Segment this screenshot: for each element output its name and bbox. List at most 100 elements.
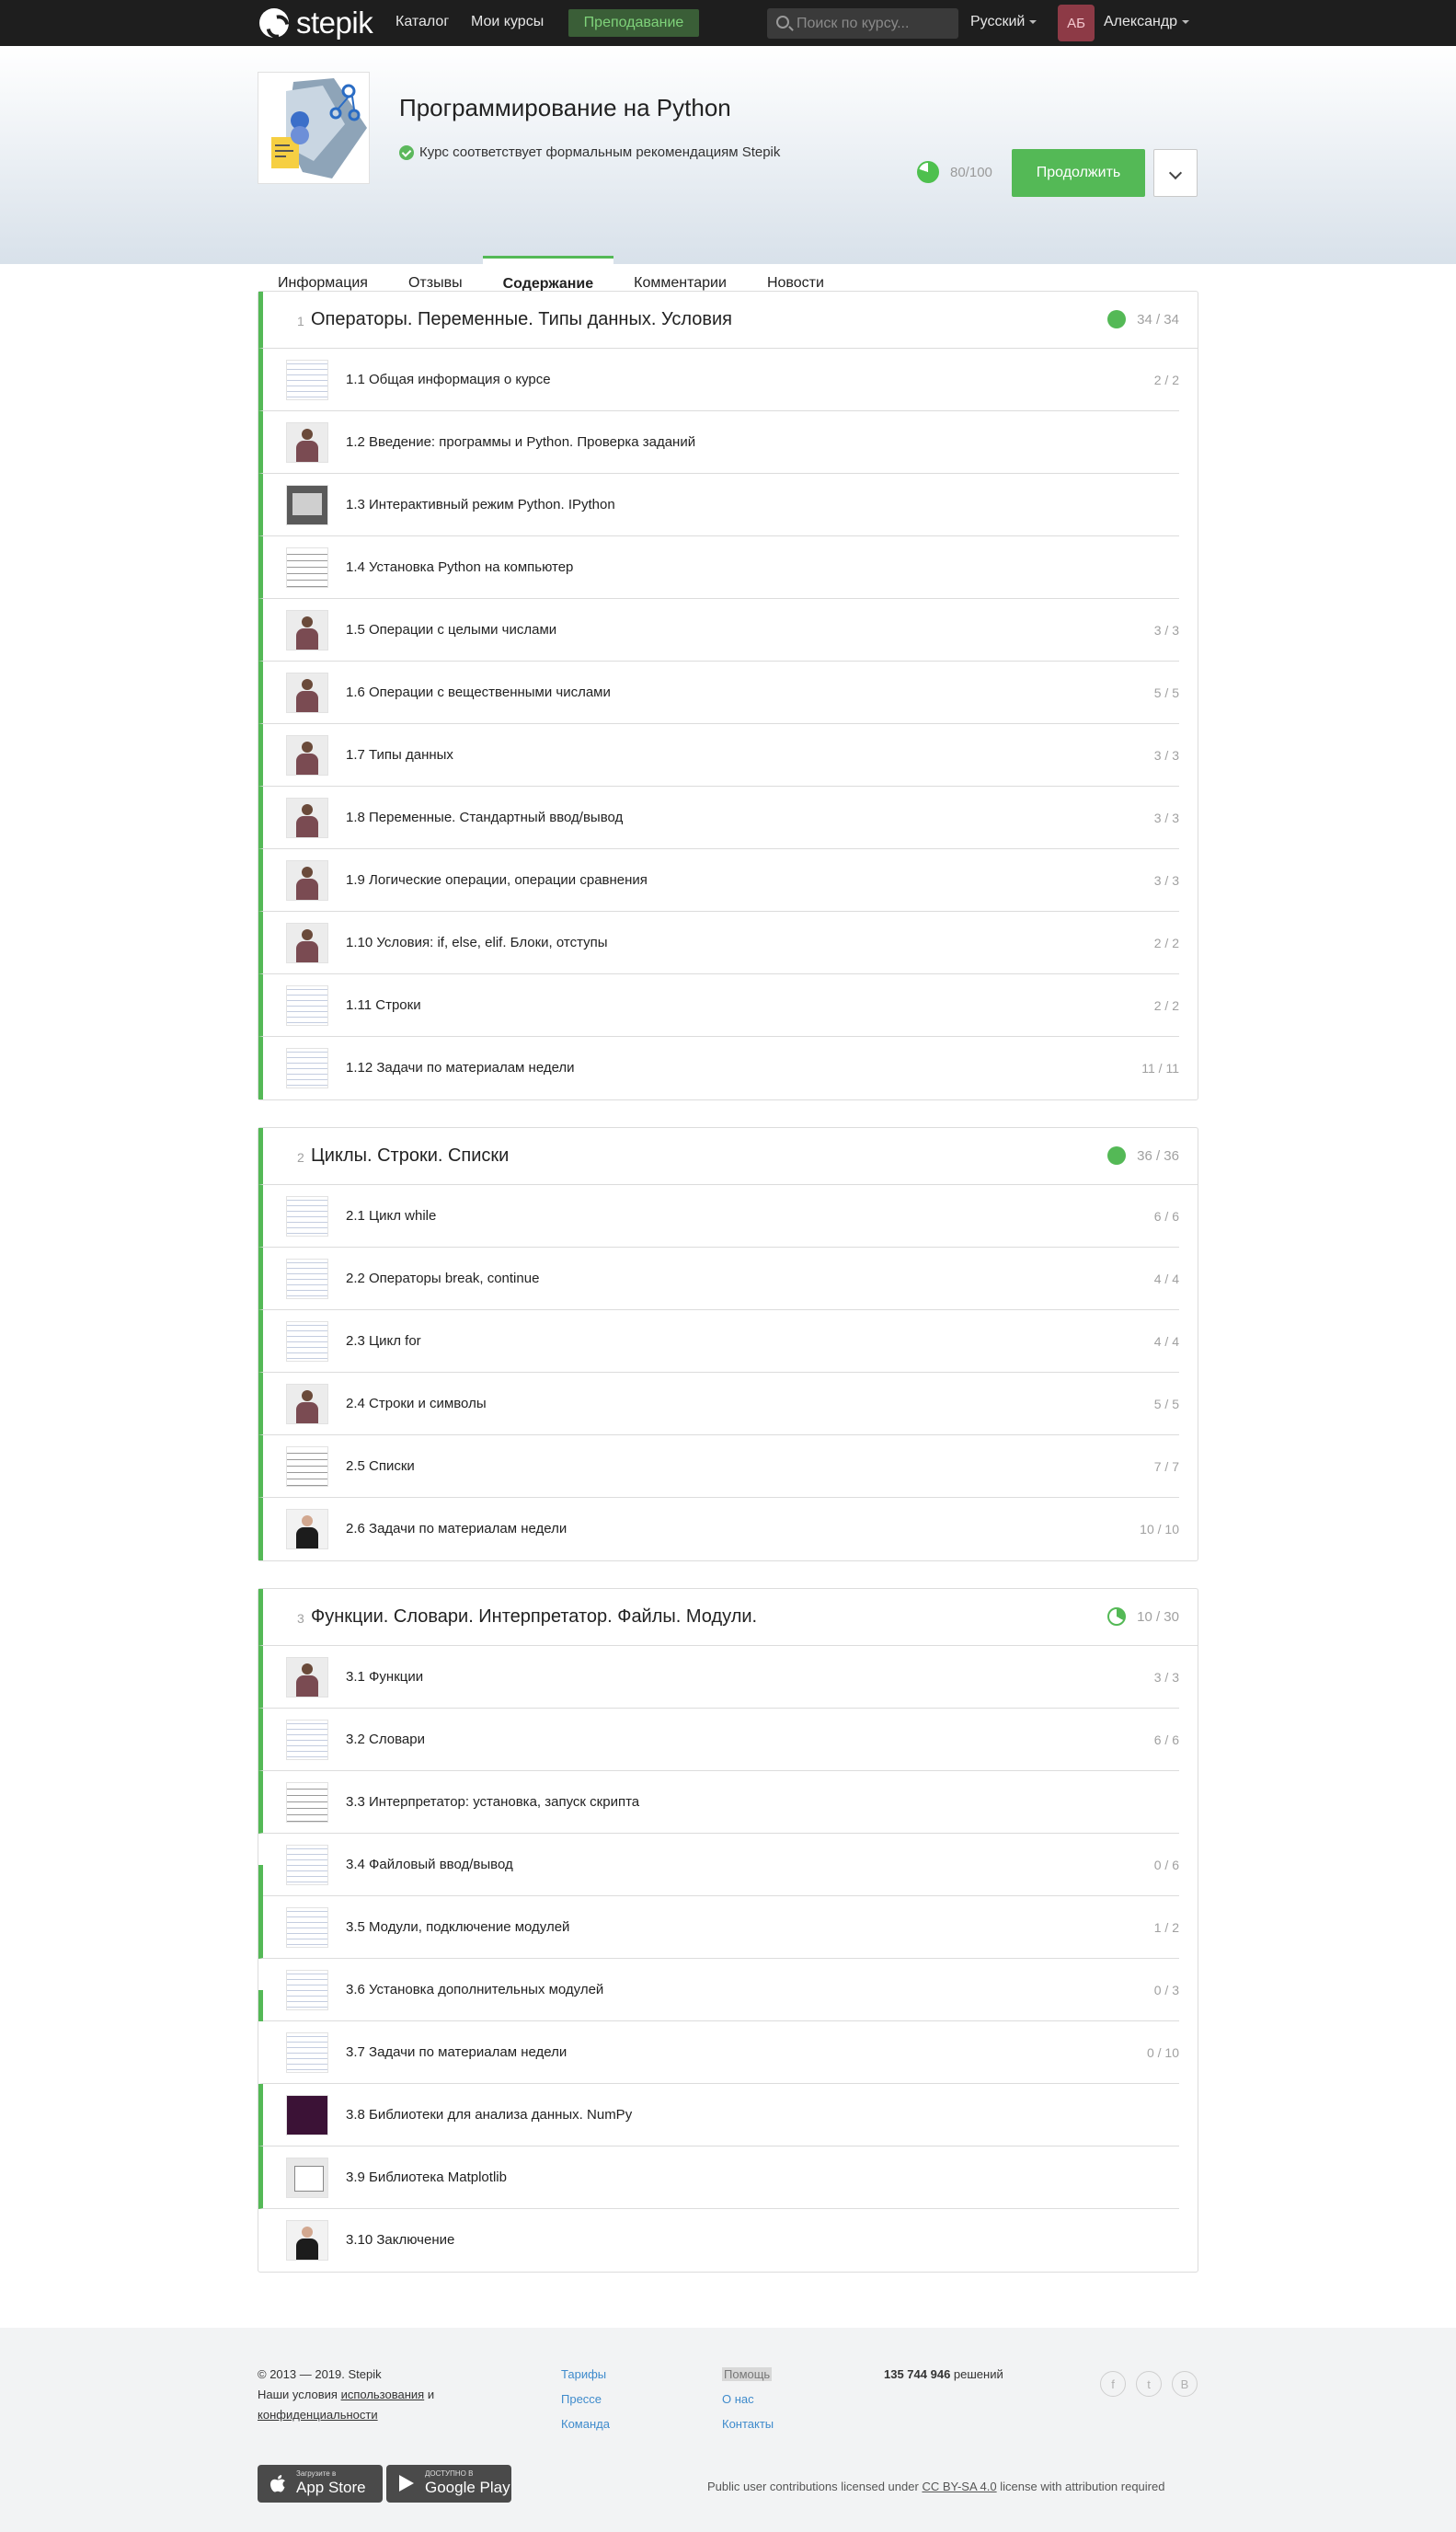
nav-my-courses-link[interactable]: Мои курсы	[471, 14, 544, 30]
lesson-title[interactable]: 1.5 Операции с целыми числами	[346, 622, 556, 638]
chevron-down-icon	[1182, 19, 1190, 24]
privacy-link[interactable]: конфиденциальности	[258, 2408, 378, 2422]
lesson-title[interactable]: 1.1 Общая информация о курсе	[346, 372, 551, 387]
lesson-score: 4 / 4	[1153, 1334, 1179, 1349]
lesson-row[interactable]: 3.6 Установка дополнительных модулей 0 / …	[258, 1959, 1179, 2021]
solutions-label: решений	[953, 2367, 1003, 2381]
lesson-title[interactable]: 2.6 Задачи по материалам недели	[346, 1521, 567, 1536]
module-header[interactable]: 2 Циклы. Строки. Списки 36 / 36	[258, 1128, 1198, 1185]
vk-icon[interactable]: В	[1172, 2371, 1198, 2397]
google-play-button[interactable]: ДОСТУПНО В Google Play	[386, 2465, 511, 2503]
lesson-row[interactable]: 2.3 Цикл for 4 / 4	[258, 1310, 1179, 1373]
lesson-row[interactable]: 1.11 Строки 2 / 2	[258, 974, 1179, 1037]
lesson-row[interactable]: 2.4 Строки и символы 5 / 5	[258, 1373, 1179, 1435]
lesson-row[interactable]: 1.9 Логические операции, операции сравне…	[258, 849, 1179, 912]
footer-link-about[interactable]: О нас	[722, 2392, 754, 2406]
lesson-row[interactable]: 3.2 Словари 6 / 6	[258, 1709, 1179, 1771]
lesson-title[interactable]: 2.2 Операторы break, continue	[346, 1271, 539, 1286]
lesson-title[interactable]: 1.7 Типы данных	[346, 747, 453, 763]
lesson-row[interactable]: 1.3 Интерактивный режим Python. IPython	[258, 474, 1179, 536]
lesson-row[interactable]: 3.4 Файловый ввод/вывод 0 / 6	[258, 1834, 1179, 1896]
lesson-title[interactable]: 1.12 Задачи по материалам недели	[346, 1060, 575, 1076]
footer-link-pricing[interactable]: Тарифы	[561, 2367, 606, 2381]
more-actions-dropdown[interactable]	[1153, 149, 1198, 197]
lesson-row[interactable]: 3.7 Задачи по материалам недели 0 / 10	[258, 2021, 1179, 2084]
lesson-row[interactable]: 1.10 Условия: if, else, elif. Блоки, отс…	[258, 912, 1179, 974]
app-store-button[interactable]: Загрузите в App Store	[258, 2465, 383, 2503]
logo-text: stepik	[296, 6, 373, 40]
module-header[interactable]: 3 Функции. Словари. Интерпретатор. Файлы…	[258, 1589, 1198, 1646]
lesson-thumbnail	[286, 1970, 328, 2010]
course-search-input[interactable]	[797, 8, 953, 39]
lesson-title[interactable]: 2.5 Списки	[346, 1458, 415, 1474]
lesson-row[interactable]: 2.2 Операторы break, continue 4 / 4	[258, 1248, 1179, 1310]
lesson-title[interactable]: 2.4 Строки и символы	[346, 1396, 487, 1411]
lesson-title[interactable]: 3.10 Заключение	[346, 2232, 454, 2248]
lesson-title[interactable]: 2.3 Цикл for	[346, 1333, 421, 1349]
lesson-title[interactable]: 3.2 Словари	[346, 1732, 425, 1747]
footer-link-press[interactable]: Прессе	[561, 2392, 602, 2406]
lesson-row[interactable]: 1.7 Типы данных 3 / 3	[258, 724, 1179, 787]
language-selector[interactable]: Русский	[970, 14, 1038, 30]
user-menu[interactable]: Александр	[1104, 14, 1190, 30]
twitter-icon[interactable]: t	[1136, 2371, 1162, 2397]
lesson-row[interactable]: 2.1 Цикл while 6 / 6	[258, 1185, 1179, 1248]
lesson-title[interactable]: 1.10 Условия: if, else, elif. Блоки, отс…	[346, 935, 608, 950]
lesson-thumbnail	[286, 1907, 328, 1948]
lesson-title[interactable]: 3.8 Библиотеки для анализа данных. NumPy	[346, 2107, 632, 2123]
lesson-row[interactable]: 2.5 Списки 7 / 7	[258, 1435, 1179, 1498]
lesson-row[interactable]: 1.12 Задачи по материалам недели 11 / 11	[258, 1037, 1179, 1099]
lesson-title[interactable]: 1.11 Строки	[346, 997, 421, 1013]
nav-catalog-link[interactable]: Каталог	[396, 14, 449, 30]
check-circle-icon	[399, 144, 414, 160]
module-header[interactable]: 1 Операторы. Переменные. Типы данных. Ус…	[258, 292, 1198, 349]
lesson-row[interactable]: 3.3 Интерпретатор: установка, запуск скр…	[258, 1771, 1179, 1834]
progress-text: 80/100	[950, 164, 992, 180]
lesson-title[interactable]: 3.1 Функции	[346, 1669, 423, 1685]
lesson-title[interactable]: 3.9 Библиотека Matplotlib	[346, 2169, 507, 2185]
avatar[interactable]: АБ	[1058, 5, 1095, 41]
lesson-title[interactable]: 3.6 Установка дополнительных модулей	[346, 1982, 603, 1997]
lesson-title[interactable]: 3.7 Задачи по материалам недели	[346, 2044, 567, 2060]
lesson-title[interactable]: 1.4 Установка Python на компьютер	[346, 559, 573, 575]
footer-link-team[interactable]: Команда	[561, 2417, 610, 2431]
lesson-row[interactable]: 3.9 Библиотека Matplotlib	[258, 2146, 1179, 2209]
lesson-thumbnail	[286, 1845, 328, 1885]
footer-link-contacts[interactable]: Контакты	[722, 2417, 774, 2431]
lesson-title[interactable]: 2.1 Цикл while	[346, 1208, 436, 1224]
lesson-row[interactable]: 2.6 Задачи по материалам недели 10 / 10	[258, 1498, 1179, 1560]
lesson-row[interactable]: 1.2 Введение: программы и Python. Провер…	[258, 411, 1179, 474]
license-link[interactable]: CC BY-SA 4.0	[922, 2480, 996, 2493]
lesson-score: 3 / 3	[1153, 1670, 1179, 1685]
stepik-logo[interactable]: stepik	[259, 6, 373, 40]
lesson-title[interactable]: 3.4 Файловый ввод/вывод	[346, 1857, 513, 1872]
lesson-title[interactable]: 1.8 Переменные. Стандартный ввод/вывод	[346, 810, 623, 825]
lesson-row[interactable]: 1.5 Операции с целыми числами 3 / 3	[258, 599, 1179, 662]
lesson-title[interactable]: 1.2 Введение: программы и Python. Провер…	[346, 434, 695, 450]
lesson-row[interactable]: 1.1 Общая информация о курсе 2 / 2	[258, 349, 1179, 411]
lesson-row[interactable]: 3.8 Библиотеки для анализа данных. NumPy	[258, 2084, 1179, 2146]
lesson-title[interactable]: 1.3 Интерактивный режим Python. IPython	[346, 497, 615, 512]
lesson-title[interactable]: 3.5 Модули, подключение модулей	[346, 1919, 569, 1935]
lesson-row[interactable]: 1.8 Переменные. Стандартный ввод/вывод 3 …	[258, 787, 1179, 849]
lesson-row[interactable]: 1.4 Установка Python на компьютер	[258, 536, 1179, 599]
lesson-row[interactable]: 3.1 Функции 3 / 3	[258, 1646, 1179, 1709]
teaching-button[interactable]: Преподавание	[568, 9, 699, 37]
lesson-list: 2.1 Цикл while 6 / 6 2.2 Операторы break, …	[258, 1185, 1179, 1560]
terms-link[interactable]: использования	[341, 2388, 425, 2401]
facebook-icon[interactable]: f	[1100, 2371, 1126, 2397]
app-store-big: App Store	[296, 2479, 366, 2496]
lesson-row[interactable]: 1.6 Операции с вещественными числами 5 / …	[258, 662, 1179, 724]
module-number: 2	[297, 1150, 304, 1165]
lesson-title[interactable]: 1.6 Операции с вещественными числами	[346, 685, 611, 700]
footer-link-help[interactable]: Помощь	[722, 2367, 773, 2381]
lesson-row[interactable]: 3.5 Модули, подключение модулей 1 / 2	[258, 1896, 1179, 1959]
module-number: 3	[297, 1611, 304, 1626]
lesson-title[interactable]: 1.9 Логические операции, операции сравне…	[346, 872, 648, 888]
continue-button[interactable]: Продолжить	[1012, 149, 1145, 197]
chevron-down-icon	[1029, 19, 1038, 24]
lesson-score: 1 / 2	[1153, 1920, 1179, 1935]
recommendation-text: Курс соответствует формальным рекомендац…	[419, 144, 781, 160]
lesson-row[interactable]: 3.10 Заключение	[258, 2209, 1179, 2272]
lesson-title[interactable]: 3.3 Интерпретатор: установка, запуск скр…	[346, 1794, 639, 1810]
